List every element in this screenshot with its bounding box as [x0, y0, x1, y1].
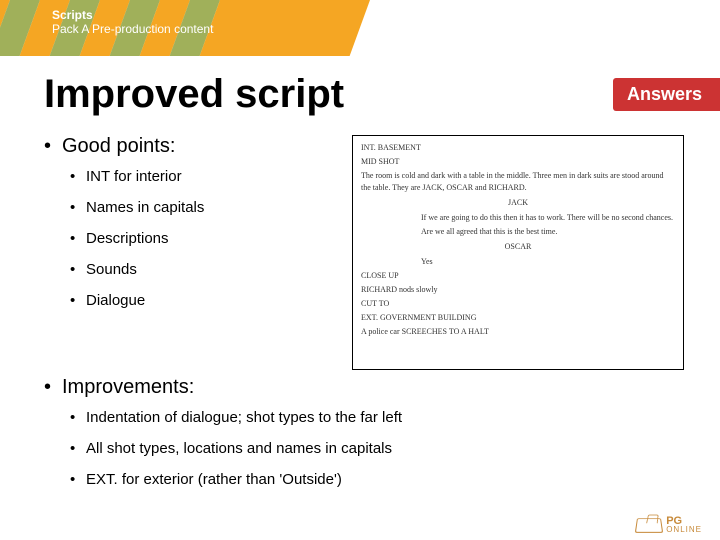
good-points-heading: Good points: — [44, 135, 334, 158]
slide-title: Improved script — [44, 72, 344, 117]
script-line: Yes — [421, 256, 675, 268]
script-line: Are we all agreed that this is the best … — [421, 226, 675, 238]
script-line: EXT. GOVERNMENT BUILDING — [361, 312, 675, 324]
script-line: JACK — [361, 197, 675, 209]
script-line: CUT TO — [361, 298, 675, 310]
brand-online: ONLINE — [666, 525, 702, 534]
improvements-list: Indentation of dialogue; shot types to t… — [70, 409, 684, 488]
script-line: OSCAR — [361, 241, 675, 253]
good-points-section: Good points: INT for interior Names in c… — [44, 135, 334, 323]
list-item: All shot types, locations and names in c… — [70, 440, 684, 457]
header-text: Scripts Pack A Pre-production content — [52, 8, 213, 36]
script-line: INT. BASEMENT — [361, 142, 675, 154]
tray-icon — [635, 518, 663, 533]
list-item: Sounds — [70, 261, 334, 278]
script-line: A police car SCREECHES TO A HALT — [361, 326, 675, 338]
script-line: If we are going to do this then it has t… — [421, 212, 675, 224]
list-item: Descriptions — [70, 230, 334, 247]
list-item: Names in capitals — [70, 199, 334, 216]
script-line: RICHARD nods slowly — [361, 284, 675, 296]
improvements-heading: Improvements: — [44, 376, 684, 399]
script-line: MID SHOT — [361, 156, 675, 168]
header-subtitle: Pack A Pre-production content — [52, 22, 213, 36]
script-sample: INT. BASEMENT MID SHOT The room is cold … — [352, 135, 684, 370]
list-item: Indentation of dialogue; shot types to t… — [70, 409, 684, 426]
list-item: INT for interior — [70, 168, 334, 185]
footer-logo: PG ONLINE — [636, 515, 702, 534]
answers-badge: Answers — [613, 78, 720, 111]
improvements-section: Improvements: Indentation of dialogue; s… — [44, 376, 684, 488]
good-points-list: INT for interior Names in capitals Descr… — [70, 168, 334, 309]
script-line: The room is cold and dark with a table i… — [361, 170, 675, 194]
content-area: Good points: INT for interior Names in c… — [44, 135, 684, 502]
list-item: Dialogue — [70, 292, 334, 309]
header-title: Scripts — [52, 8, 213, 22]
list-item: EXT. for exterior (rather than 'Outside'… — [70, 471, 684, 488]
script-line: CLOSE UP — [361, 270, 675, 282]
